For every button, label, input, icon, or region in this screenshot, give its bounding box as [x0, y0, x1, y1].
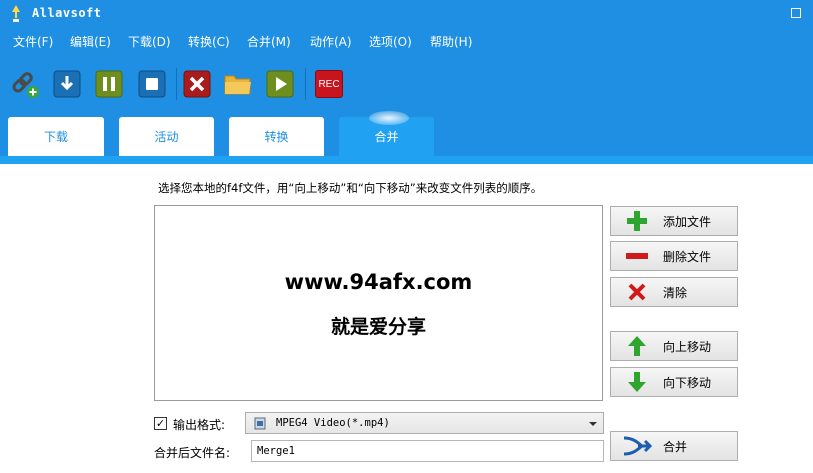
rec-icon[interactable]: REC: [314, 69, 344, 99]
move-up-button[interactable]: 向上移动: [610, 331, 738, 361]
watermark-text: 就是爱分享: [330, 316, 426, 338]
merge-label: 合并: [663, 439, 688, 454]
folder-icon[interactable]: [223, 69, 253, 99]
tab-underline: [0, 156, 813, 164]
tab-convert-label: 转换: [264, 130, 289, 144]
play-icon[interactable]: [265, 69, 295, 99]
app-title: Allavsoft: [32, 6, 102, 20]
maximize-icon[interactable]: [791, 8, 801, 18]
move-up-label: 向上移动: [663, 339, 712, 354]
tab-strip: 下载 活动 转换 合并: [0, 111, 813, 164]
toolbar-separator: [176, 68, 177, 100]
stop-icon[interactable]: [137, 69, 167, 99]
menu-action[interactable]: 动作(A): [310, 33, 352, 50]
output-format-select[interactable]: MPEG4 Video(*.mp4): [245, 412, 604, 434]
merged-name-input[interactable]: Merge1: [251, 440, 604, 462]
add-file-button[interactable]: 添加文件: [610, 206, 738, 236]
delete-icon[interactable]: [182, 69, 212, 99]
rec-label: REC: [315, 70, 343, 98]
link-add-icon[interactable]: [10, 69, 40, 99]
clear-button[interactable]: 清除: [610, 277, 738, 307]
menu-options[interactable]: 选项(O): [369, 33, 412, 50]
merge-arrow-icon: [611, 435, 663, 457]
merge-button[interactable]: 合并: [610, 431, 738, 461]
arrow-up-icon: [611, 335, 663, 357]
tab-merge-label: 合并: [374, 130, 399, 144]
download-icon[interactable]: [52, 69, 82, 99]
output-format-value: MPEG4 Video(*.mp4): [276, 417, 390, 429]
app-logo-icon: [12, 5, 20, 22]
menu-help[interactable]: 帮助(H): [430, 33, 472, 50]
video-file-icon: [254, 417, 266, 430]
arrow-down-icon: [611, 371, 663, 393]
minus-icon: [611, 251, 663, 261]
menu-bar: 文件(F) 编辑(E) 下载(D) 转换(C) 合并(M) 动作(A) 选项(O…: [0, 28, 813, 54]
tab-glow: [369, 111, 409, 125]
merged-name-label: 合并后文件名:: [154, 446, 231, 460]
clear-label: 清除: [663, 285, 688, 300]
menu-merge[interactable]: 合并(M): [247, 33, 291, 50]
watermark-url: www.94afx.com: [284, 270, 473, 294]
menu-convert[interactable]: 转换(C): [188, 33, 230, 50]
tab-active-label: 活动: [154, 130, 179, 144]
menu-file[interactable]: 文件(F): [13, 33, 53, 50]
tab-merge[interactable]: 合并: [339, 111, 434, 156]
menu-download[interactable]: 下载(D): [128, 33, 171, 50]
output-format-label: 输出格式:: [173, 418, 226, 432]
tab-download[interactable]: 下载: [8, 117, 104, 156]
merge-instruction: 选择您本地的f4f文件，用“向上移动”和“向下移动”来改变文件列表的顺序。: [158, 181, 543, 195]
delete-file-label: 删除文件: [663, 249, 712, 264]
move-down-button[interactable]: 向下移动: [610, 367, 738, 397]
output-format-checkbox[interactable]: ✓: [154, 417, 167, 430]
toolbar: REC: [0, 54, 813, 112]
pause-icon[interactable]: [94, 69, 124, 99]
file-list[interactable]: www.94afx.com 就是爱分享: [154, 205, 603, 401]
menu-edit[interactable]: 编辑(E): [70, 33, 111, 50]
delete-file-button[interactable]: 删除文件: [610, 241, 738, 271]
clear-x-icon: [611, 282, 663, 302]
move-down-label: 向下移动: [663, 375, 712, 390]
tab-active[interactable]: 活动: [119, 117, 214, 156]
chevron-down-icon[interactable]: [589, 422, 597, 426]
tab-convert[interactable]: 转换: [229, 117, 324, 156]
title-bar: Allavsoft: [0, 0, 813, 28]
toolbar-separator: [305, 68, 306, 100]
plus-icon: [611, 210, 663, 232]
tab-download-label: 下载: [43, 130, 68, 144]
add-file-label: 添加文件: [663, 214, 712, 229]
